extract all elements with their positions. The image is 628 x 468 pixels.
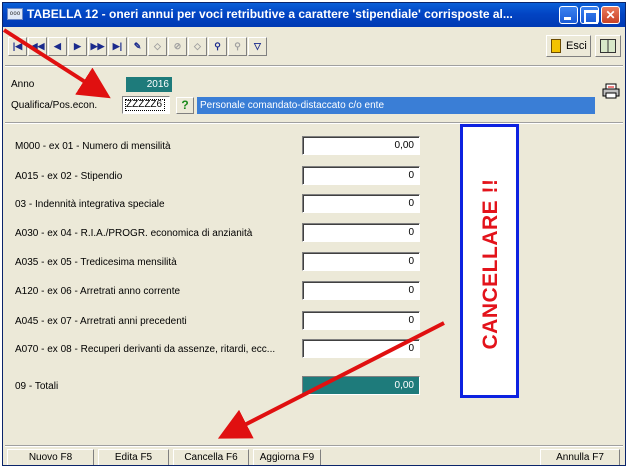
edit-record-icon: ✎: [133, 41, 142, 51]
qualifica-label: Qualifica/Pos.econ.: [11, 100, 98, 111]
window-title: TABELLA 12 - oneri annui per voci retrib…: [27, 7, 513, 21]
minimize-button[interactable]: [559, 6, 578, 24]
title-bar[interactable]: ooo TABELLA 12 - oneri annui per voci re…: [3, 3, 625, 27]
search-icon: ⚲: [214, 41, 221, 51]
first-record-icon: |◀: [12, 41, 23, 51]
close-icon: ✕: [605, 8, 616, 22]
qualifica-value: ZZZZZ6: [125, 99, 165, 111]
insert-record-button[interactable]: ◇: [148, 37, 167, 56]
close-window-button[interactable]: ✕: [601, 6, 620, 24]
application-window: ooo TABELLA 12 - oneri annui per voci re…: [2, 2, 626, 466]
lookup-help-button[interactable]: ?: [176, 97, 194, 114]
exit-door-icon: [551, 39, 561, 53]
next-page-icon: ▶▶: [90, 41, 105, 51]
prev-record-button[interactable]: ◀: [48, 37, 67, 56]
next-record-button[interactable]: ▶: [68, 37, 87, 56]
help-book-button[interactable]: [595, 35, 621, 57]
row-field-03[interactable]: 0: [302, 194, 420, 213]
total-field: 0,00: [302, 376, 420, 395]
app-icon: ooo: [7, 8, 23, 20]
last-record-button[interactable]: ▶|: [108, 37, 127, 56]
qualifica-input[interactable]: ZZZZZ6: [122, 96, 170, 114]
row-field-a120[interactable]: 0: [302, 281, 420, 300]
row-label-a070: A070 - ex 08 - Recuperi derivanti da ass…: [15, 344, 276, 355]
delete-record-button[interactable]: ⊘: [168, 37, 187, 56]
row-label-a045: A045 - ex 07 - Arretrati anni precedenti: [15, 316, 187, 327]
qualifica-description: Personale comandato-distaccato c/o ente: [197, 97, 595, 114]
anno-label: Anno: [11, 79, 35, 90]
action-bar: Nuovo F8 Edita F5 Cancella F6 Aggiorna F…: [3, 449, 625, 465]
row-label-a015: A015 - ex 02 - Stipendio: [15, 171, 123, 182]
prev-page-button[interactable]: ◀◀: [28, 37, 47, 56]
anno-field: 2016: [126, 77, 172, 92]
row-label-a120: A120 - ex 06 - Arretrati anno corrente: [15, 286, 181, 297]
clear-filter-button[interactable]: ▽: [248, 37, 267, 56]
question-icon: ?: [181, 98, 189, 112]
edita-button[interactable]: Edita F5: [98, 449, 169, 465]
next-page-button[interactable]: ▶▶: [88, 37, 107, 56]
row-field-a035[interactable]: 0: [302, 252, 420, 271]
row-field-a070[interactable]: 0: [302, 339, 420, 358]
edit-record-button[interactable]: ✎: [128, 37, 147, 56]
annulla-button[interactable]: Annulla F7: [540, 449, 620, 465]
header-panel: Anno 2016 Qualifica/Pos.econ. ZZZZZ6 ? P…: [5, 75, 623, 117]
row-field-a030[interactable]: 0: [302, 223, 420, 242]
filter-button[interactable]: ⚲: [228, 37, 247, 56]
nuovo-button[interactable]: Nuovo F8: [7, 449, 94, 465]
last-record-icon: ▶|: [112, 41, 123, 51]
cancellare-text: CANCELLARE !!: [479, 178, 502, 350]
divider: [5, 122, 623, 124]
exit-button[interactable]: Esci: [546, 35, 591, 57]
row-field-m000[interactable]: 0,00: [302, 136, 420, 155]
total-label: 09 - Totali: [15, 381, 59, 392]
insert-record-icon: ◇: [154, 41, 161, 51]
row-label-m000: M000 - ex 01 - Numero di mensilità: [15, 141, 171, 152]
cancellare-callout: CANCELLARE !!: [460, 124, 519, 398]
prev-record-icon: ◀: [54, 41, 61, 51]
maximize-icon: [581, 7, 598, 24]
book-icon: [600, 39, 616, 53]
record-toolbar: |◀ ◀◀ ◀ ▶ ▶▶ ▶| ✎ ◇ ⊘ ◇ ⚲ ⚲ ▽ Esci: [3, 31, 625, 59]
minimize-icon: [560, 7, 577, 23]
maximize-button[interactable]: [580, 6, 599, 24]
aggiorna-button[interactable]: Aggiorna F9: [253, 449, 321, 465]
filter-icon: ⚲: [234, 41, 241, 51]
confirm-record-button[interactable]: ◇: [188, 37, 207, 56]
first-record-button[interactable]: |◀: [8, 37, 27, 56]
print-icon[interactable]: [602, 83, 620, 99]
clear-filter-icon: ▽: [254, 41, 261, 51]
cancella-button[interactable]: Cancella F6: [173, 449, 249, 465]
exit-label: Esci: [566, 40, 587, 52]
row-field-a045[interactable]: 0: [302, 311, 420, 330]
row-field-a015[interactable]: 0: [302, 166, 420, 185]
next-record-icon: ▶: [74, 41, 81, 51]
divider: [5, 445, 623, 447]
row-label-a030: A030 - ex 04 - R.I.A./PROGR. economica d…: [15, 228, 253, 239]
search-button[interactable]: ⚲: [208, 37, 227, 56]
delete-record-icon: ⊘: [173, 41, 182, 51]
row-label-03: 03 - Indennità integrativa speciale: [15, 199, 165, 210]
divider: [5, 65, 623, 67]
row-label-a035: A035 - ex 05 - Tredicesima mensilità: [15, 257, 177, 268]
prev-page-icon: ◀◀: [30, 41, 45, 51]
confirm-record-icon: ◇: [194, 41, 201, 51]
